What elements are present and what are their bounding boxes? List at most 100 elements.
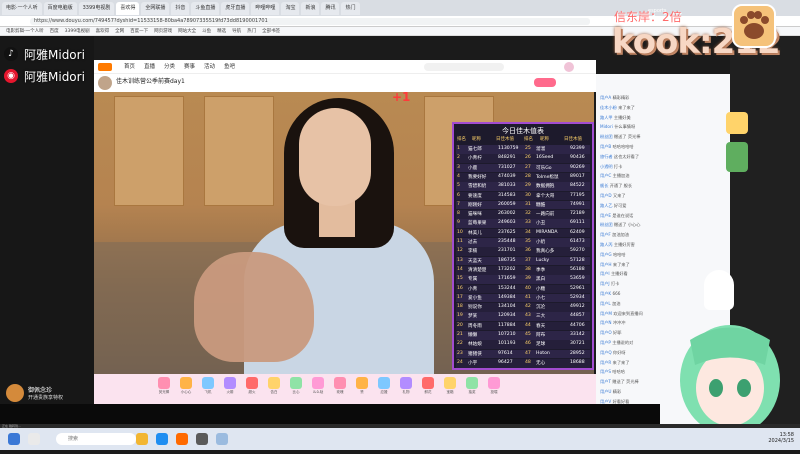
- chat-username[interactable]: 路人甲: [600, 115, 613, 120]
- nav-category[interactable]: 分类: [164, 62, 175, 70]
- bookmark-item[interactable]: 全部书签: [262, 28, 280, 34]
- url-input[interactable]: https://www.douyu.com/749457?dyshid=1153…: [30, 18, 590, 25]
- browser-tab[interactable]: 虎牙直播: [221, 1, 250, 15]
- chat-username[interactable]: 用户N: [600, 320, 612, 325]
- streamer-avatar[interactable]: [98, 76, 112, 90]
- browser-tab[interactable]: 哔哩哔哩: [251, 1, 280, 15]
- gift-icon[interactable]: [202, 377, 214, 389]
- chat-username[interactable]: 用户L: [600, 301, 611, 306]
- taskview-icon[interactable]: [28, 433, 40, 445]
- avatar[interactable]: [564, 62, 574, 72]
- gift-icon[interactable]: [290, 377, 302, 389]
- chat-username[interactable]: 用户J: [600, 281, 610, 286]
- chat-username[interactable]: 旅行者: [600, 154, 613, 159]
- nav-live[interactable]: 直播: [144, 62, 155, 70]
- bookmark-item[interactable]: 热门: [247, 28, 256, 34]
- chat-username[interactable]: 小透明: [600, 164, 613, 169]
- chat-username[interactable]: 用户R: [600, 360, 611, 365]
- douyu-logo[interactable]: [98, 63, 112, 71]
- chat-username[interactable]: 路人乙: [600, 203, 613, 208]
- chat-username[interactable]: 用户B: [600, 144, 611, 149]
- bookmark-item[interactable]: 导航: [232, 28, 241, 34]
- chat-username[interactable]: 粉丝团: [600, 134, 613, 139]
- browser-tab[interactable]: 斗鱼直播: [191, 1, 220, 15]
- gift-icon[interactable]: [224, 377, 236, 389]
- windows-start-icon[interactable]: [8, 433, 20, 445]
- chat-username[interactable]: 用户Q: [600, 350, 612, 355]
- chat-username[interactable]: 用户M: [600, 311, 612, 316]
- nav-activities[interactable]: 活动: [204, 62, 215, 70]
- edge-browser-icon[interactable]: [156, 433, 168, 445]
- browser-tab[interactable]: 新浪: [301, 1, 320, 15]
- browser-tab[interactable]: 淘宝: [281, 1, 300, 15]
- chat-username[interactable]: 用户E: [600, 213, 611, 218]
- chat-username[interactable]: 路人丙: [600, 242, 613, 247]
- gift-icon[interactable]: [466, 377, 478, 389]
- gift-icon[interactable]: [180, 377, 192, 389]
- browser-tab[interactable]: 抖音: [171, 1, 190, 15]
- bookmark-item[interactable]: 斗鱼: [202, 28, 211, 34]
- chat-username[interactable]: 用户H: [600, 262, 612, 267]
- event-badge[interactable]: [726, 112, 748, 134]
- douyu-app-icon[interactable]: [176, 433, 188, 445]
- gift-icon[interactable]: [356, 377, 368, 389]
- browser-tab[interactable]: 腾讯: [321, 1, 340, 15]
- bookmark-item[interactable]: 电影剪辑-一个人听: [6, 28, 44, 34]
- leaderboard-cell: 56188: [570, 266, 585, 272]
- bookmark-item[interactable]: 3399电视剧: [65, 28, 90, 34]
- gift-icon[interactable]: [334, 377, 346, 389]
- leaderboard-cell: 41: [525, 294, 531, 300]
- follow-button[interactable]: [534, 78, 556, 87]
- browser-tab[interactable]: 电影·一个人听: [2, 1, 42, 15]
- chat-username[interactable]: 粉丝团: [600, 222, 613, 227]
- chat-username[interactable]: 用户K: [600, 291, 611, 296]
- chat-username[interactable]: 用户T: [600, 379, 611, 384]
- chat-username[interactable]: 用户A: [600, 95, 611, 100]
- gift-box-widget[interactable]: [726, 142, 748, 172]
- chat-username[interactable]: 用户C: [600, 173, 611, 178]
- chat-username[interactable]: 用户S: [600, 369, 611, 374]
- chat-username[interactable]: 用户U: [600, 389, 611, 394]
- chat-username[interactable]: 佳木小粉: [600, 105, 617, 110]
- gift-icon[interactable]: [444, 377, 456, 389]
- browser-tab[interactable]: 3399电视剧: [78, 1, 115, 15]
- bookmark-item[interactable]: 精选: [217, 28, 226, 34]
- gift-icon[interactable]: [488, 377, 500, 389]
- nav-home[interactable]: 首页: [124, 62, 135, 70]
- gift-icon[interactable]: [158, 377, 170, 389]
- tiktok-handle: ♪ 阿雅Midori: [4, 46, 94, 62]
- bookmark-item[interactable]: 全网: [115, 28, 124, 34]
- gift-label: 比心: [292, 390, 300, 394]
- chat-username[interactable]: 用户O: [600, 330, 612, 335]
- folder-icon[interactable]: [136, 433, 148, 445]
- browser-tab[interactable]: 喜欢得: [116, 1, 140, 15]
- browser-tab[interactable]: 热门: [341, 1, 360, 15]
- chat-username[interactable]: 用户I: [600, 271, 610, 276]
- search-input[interactable]: [424, 63, 504, 71]
- chat-username[interactable]: 用户P: [600, 340, 611, 345]
- chat-username[interactable]: 用户D: [600, 193, 612, 198]
- bookmark-item[interactable]: 喜欢得: [96, 28, 110, 34]
- bookmark-item[interactable]: 网站大全: [178, 28, 196, 34]
- settings-icon[interactable]: [216, 433, 228, 445]
- nav-events[interactable]: 赛事: [184, 62, 195, 70]
- gift-icon[interactable]: [378, 377, 390, 389]
- browser-tab[interactable]: 全网联播: [141, 1, 170, 15]
- chat-username[interactable]: Midori: [600, 124, 613, 129]
- bookmark-item[interactable]: 百度: [50, 28, 59, 34]
- gift-icon[interactable]: [400, 377, 412, 389]
- nav-fishbar[interactable]: 鱼吧: [224, 62, 235, 70]
- gift-icon[interactable]: [312, 377, 324, 389]
- chat-username[interactable]: 用户G: [600, 252, 612, 257]
- gift-icon[interactable]: [246, 377, 258, 389]
- bookmark-item[interactable]: 百度一下: [130, 28, 148, 34]
- chat-username[interactable]: 用户F: [600, 232, 611, 237]
- gift-icon[interactable]: [268, 377, 280, 389]
- bookmark-item[interactable]: 网页游戏: [154, 28, 172, 34]
- browser-tab[interactable]: 百度电脑版: [43, 1, 77, 15]
- chat-text: 主播说的对: [612, 340, 634, 345]
- obs-icon[interactable]: [196, 433, 208, 445]
- taskbar-search-input[interactable]: 搜索: [56, 433, 136, 445]
- gift-icon[interactable]: [422, 377, 434, 389]
- chat-username[interactable]: 舰长: [600, 183, 608, 188]
